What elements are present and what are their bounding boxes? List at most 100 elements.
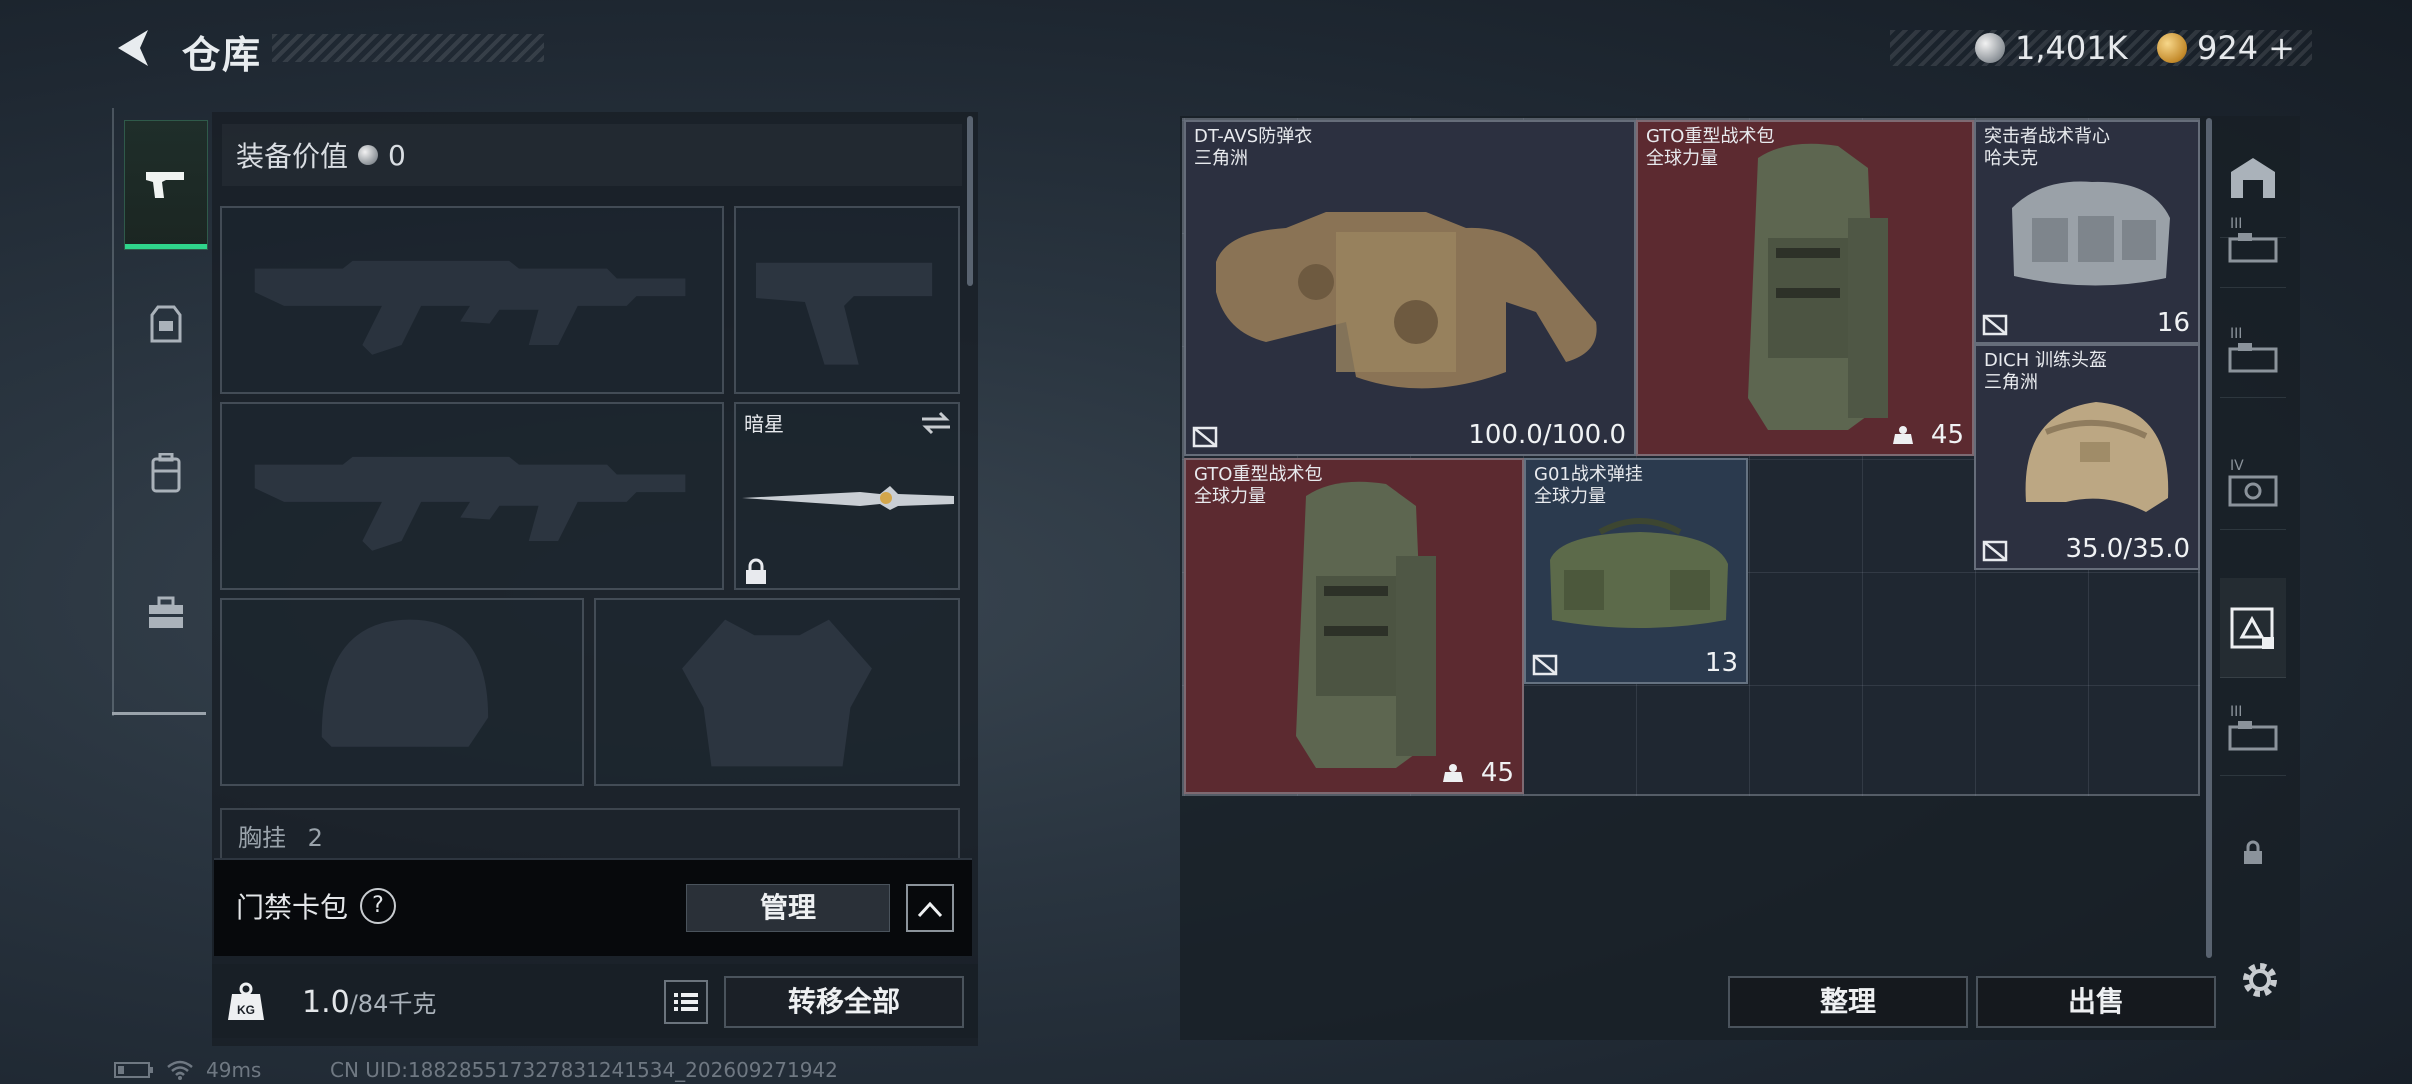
card-pack-label: 门禁卡包 <box>236 891 349 924</box>
item-capacity: 45 <box>1480 758 1514 788</box>
melee-slot[interactable]: 暗星 <box>734 402 960 590</box>
warehouse-icon <box>2231 157 2275 198</box>
backpack-image <box>1296 481 1436 768</box>
help-icon[interactable]: ? <box>360 888 396 924</box>
pistol-icon <box>146 172 184 198</box>
chest-rig-slot[interactable]: 胸挂 2 <box>220 808 960 858</box>
weight-kg-icon: KG <box>228 982 264 1020</box>
tier-label: III <box>2230 216 2243 232</box>
vest-silhouette-icon <box>682 619 872 767</box>
back-arrow-icon <box>118 30 148 66</box>
no-insure-icon <box>1982 314 2008 336</box>
page-title: 仓库 <box>182 33 263 77</box>
battery-icon <box>114 1062 153 1078</box>
svg-text:KG: KG <box>237 1003 255 1017</box>
sidearm-slot[interactable] <box>734 206 960 394</box>
knife-icon <box>742 486 954 510</box>
tab-storage-box[interactable]: IV <box>2220 450 2286 530</box>
helmet-slot[interactable] <box>220 598 584 786</box>
storage-box-selected-icon <box>2230 607 2274 649</box>
silver-currency-value: 1,401K <box>2015 29 2128 67</box>
list-view-button[interactable] <box>664 980 708 1024</box>
item-capacity: 45 <box>1930 420 1964 450</box>
tab-storage-box[interactable]: III <box>2220 208 2286 288</box>
tab-storage-box[interactable]: III <box>2220 318 2286 398</box>
manage-button[interactable]: 管理 <box>686 884 890 932</box>
tier-label: III <box>2230 326 2243 342</box>
armor-vest-image <box>1216 212 1597 389</box>
rail-item-armor[interactable] <box>124 260 208 390</box>
item-dich-helmet[interactable]: DICH 训练头盔 三角洲 35.0/35.0 <box>1974 344 2200 570</box>
title-decoration <box>272 34 544 62</box>
rail-item-toolbox[interactable] <box>124 548 208 678</box>
item-durability: 35.0/35.0 <box>2065 534 2190 564</box>
weight-current: 1.0 <box>302 985 350 1020</box>
status-bar: 49ms <box>114 1058 261 1082</box>
body-armor-slot[interactable] <box>594 598 960 786</box>
settings-gear-icon[interactable] <box>2238 958 2282 1002</box>
chevron-up-icon[interactable] <box>906 884 954 932</box>
helmet-image <box>2025 402 2169 512</box>
add-currency-icon[interactable]: + <box>2268 29 2295 67</box>
warehouse-scrollbar[interactable] <box>2206 118 2212 958</box>
tab-storage-box[interactable]: III <box>2220 696 2286 776</box>
tab-locked[interactable] <box>2220 818 2286 888</box>
safe-box-icon <box>2228 475 2278 506</box>
item-capacity: 13 <box>1704 648 1738 678</box>
gold-currency-value: 924 <box>2197 29 2259 67</box>
item-dt-avs-armor[interactable]: DT-AVS防弹衣 三角洲 100.0/100.0 <box>1184 120 1636 456</box>
item-name: 突击者战术背心 <box>1984 126 2110 147</box>
transfer-all-button[interactable]: 转移全部 <box>724 976 964 1028</box>
silver-coin-icon <box>1975 33 2005 63</box>
capacity-icon <box>1893 426 1913 444</box>
item-assault-chest-rig[interactable]: 突击者战术背心 哈夫克 16 <box>1974 120 2200 344</box>
back-button[interactable] <box>110 24 158 72</box>
user-id: CN UID:18828551732783124153​4_2026092719… <box>330 1058 838 1082</box>
item-capacity: 16 <box>2156 308 2190 338</box>
no-insure-icon <box>1982 540 2008 562</box>
lock-icon <box>746 558 766 584</box>
rifle-silhouette-icon <box>254 456 686 551</box>
no-insure-icon <box>1192 426 1218 448</box>
secondary-weapon-slot[interactable] <box>220 402 724 590</box>
capacity-icon <box>1443 764 1463 782</box>
storage-box-icon <box>2228 720 2278 750</box>
equipment-value-row: 装备价值 0 <box>222 124 962 186</box>
list-icon <box>674 993 698 1011</box>
melee-name: 暗星 <box>744 412 784 436</box>
gold-coin-icon <box>2157 33 2187 63</box>
item-brand: 全球力量 <box>1534 486 1606 507</box>
primary-weapon-slot[interactable] <box>220 206 724 394</box>
backpack-image <box>1748 143 1888 430</box>
loadout-category-rail <box>112 108 208 716</box>
item-name: G01战术弹挂 <box>1534 464 1643 485</box>
tab-storage-box-selected[interactable] <box>2220 578 2286 678</box>
equipment-value: 0 <box>388 138 406 172</box>
swap-icon[interactable] <box>920 410 952 436</box>
loadout-scrollbar[interactable] <box>967 116 973 286</box>
item-g01-chest-rig[interactable]: G01战术弹挂 全球力量 13 <box>1524 458 1748 684</box>
item-brand: 三角洲 <box>1194 148 1248 169</box>
item-brand: 哈夫克 <box>1984 148 2038 169</box>
gold-currency[interactable]: 924 + <box>2157 28 2295 68</box>
sell-button[interactable]: 出售 <box>1976 976 2216 1028</box>
duffel-bag-image <box>1550 518 1728 628</box>
sort-button[interactable]: 整理 <box>1728 976 1968 1028</box>
rail-item-backpack[interactable] <box>124 408 208 538</box>
silver-currency[interactable]: 1,401K <box>1975 28 2128 68</box>
silver-coin-icon <box>358 145 379 165</box>
storage-box-icon <box>2228 342 2278 372</box>
chest-rig-image <box>2012 181 2170 286</box>
item-gto-backpack[interactable]: GTO重型战术包 全球力量 45 <box>1636 120 1974 456</box>
toolbox-icon <box>149 596 183 628</box>
lock-icon <box>2244 840 2262 864</box>
wifi-icon <box>167 1060 193 1080</box>
pistol-silhouette-icon <box>755 262 933 365</box>
storage-box-icon <box>2228 232 2278 262</box>
item-gto-backpack[interactable]: GTO重型战术包 全球力量 45 <box>1184 458 1524 794</box>
weight-unit: 千克 <box>388 990 437 1018</box>
item-name: DICH 训练头盔 <box>1984 350 2107 371</box>
rail-item-weapons[interactable] <box>124 120 208 250</box>
ping-value: 49ms <box>206 1058 262 1082</box>
tier-label: IV <box>2230 458 2244 474</box>
